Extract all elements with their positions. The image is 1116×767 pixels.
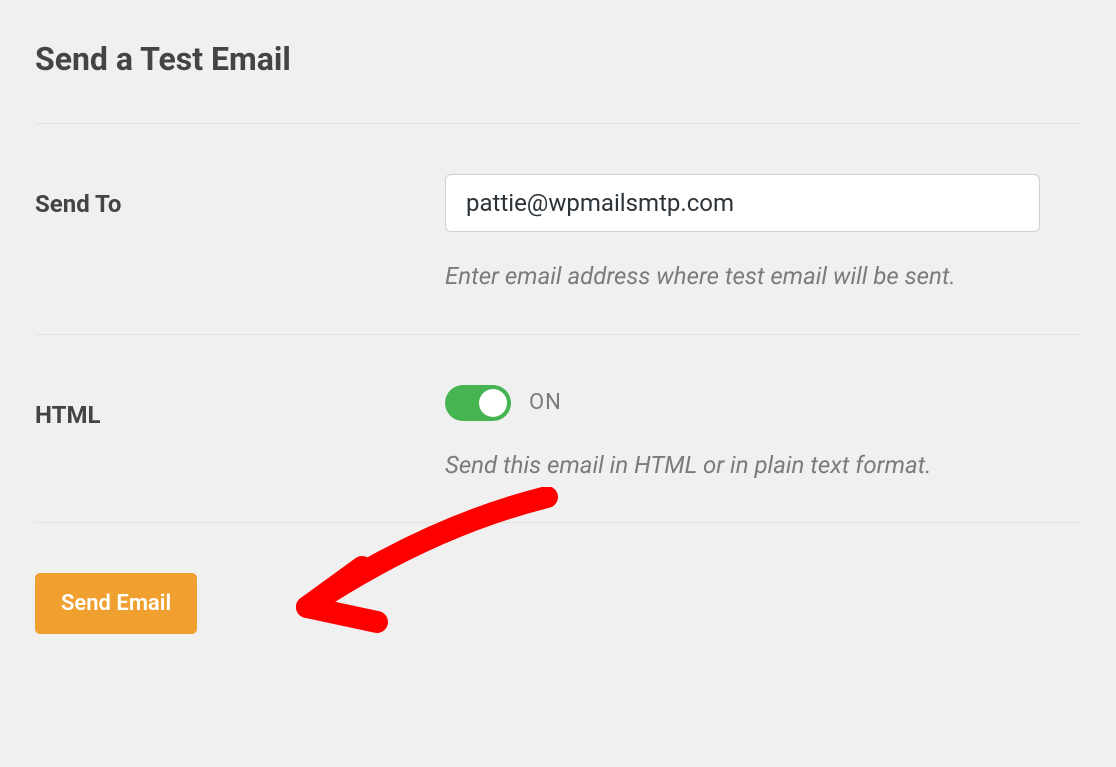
send-to-row: Send To Enter email address where test e…	[35, 124, 1081, 334]
toggle-knob	[479, 389, 507, 417]
html-toggle-state: ON	[529, 390, 562, 415]
html-help: Send this email in HTML or in plain text…	[445, 449, 1081, 483]
send-email-button[interactable]: Send Email	[35, 573, 197, 634]
send-to-label: Send To	[35, 174, 445, 218]
send-to-input[interactable]	[445, 174, 1040, 232]
html-label: HTML	[35, 385, 445, 429]
html-toggle-row: ON	[445, 385, 1081, 421]
html-row: HTML ON Send this email in HTML or in pl…	[35, 335, 1081, 523]
send-to-help: Enter email address where test email wil…	[445, 260, 1081, 294]
button-row: Send Email	[35, 523, 1081, 634]
html-control: ON Send this email in HTML or in plain t…	[445, 385, 1081, 483]
html-toggle[interactable]	[445, 385, 511, 421]
send-to-control: Enter email address where test email wil…	[445, 174, 1081, 294]
section-title: Send a Test Email	[35, 40, 1081, 78]
